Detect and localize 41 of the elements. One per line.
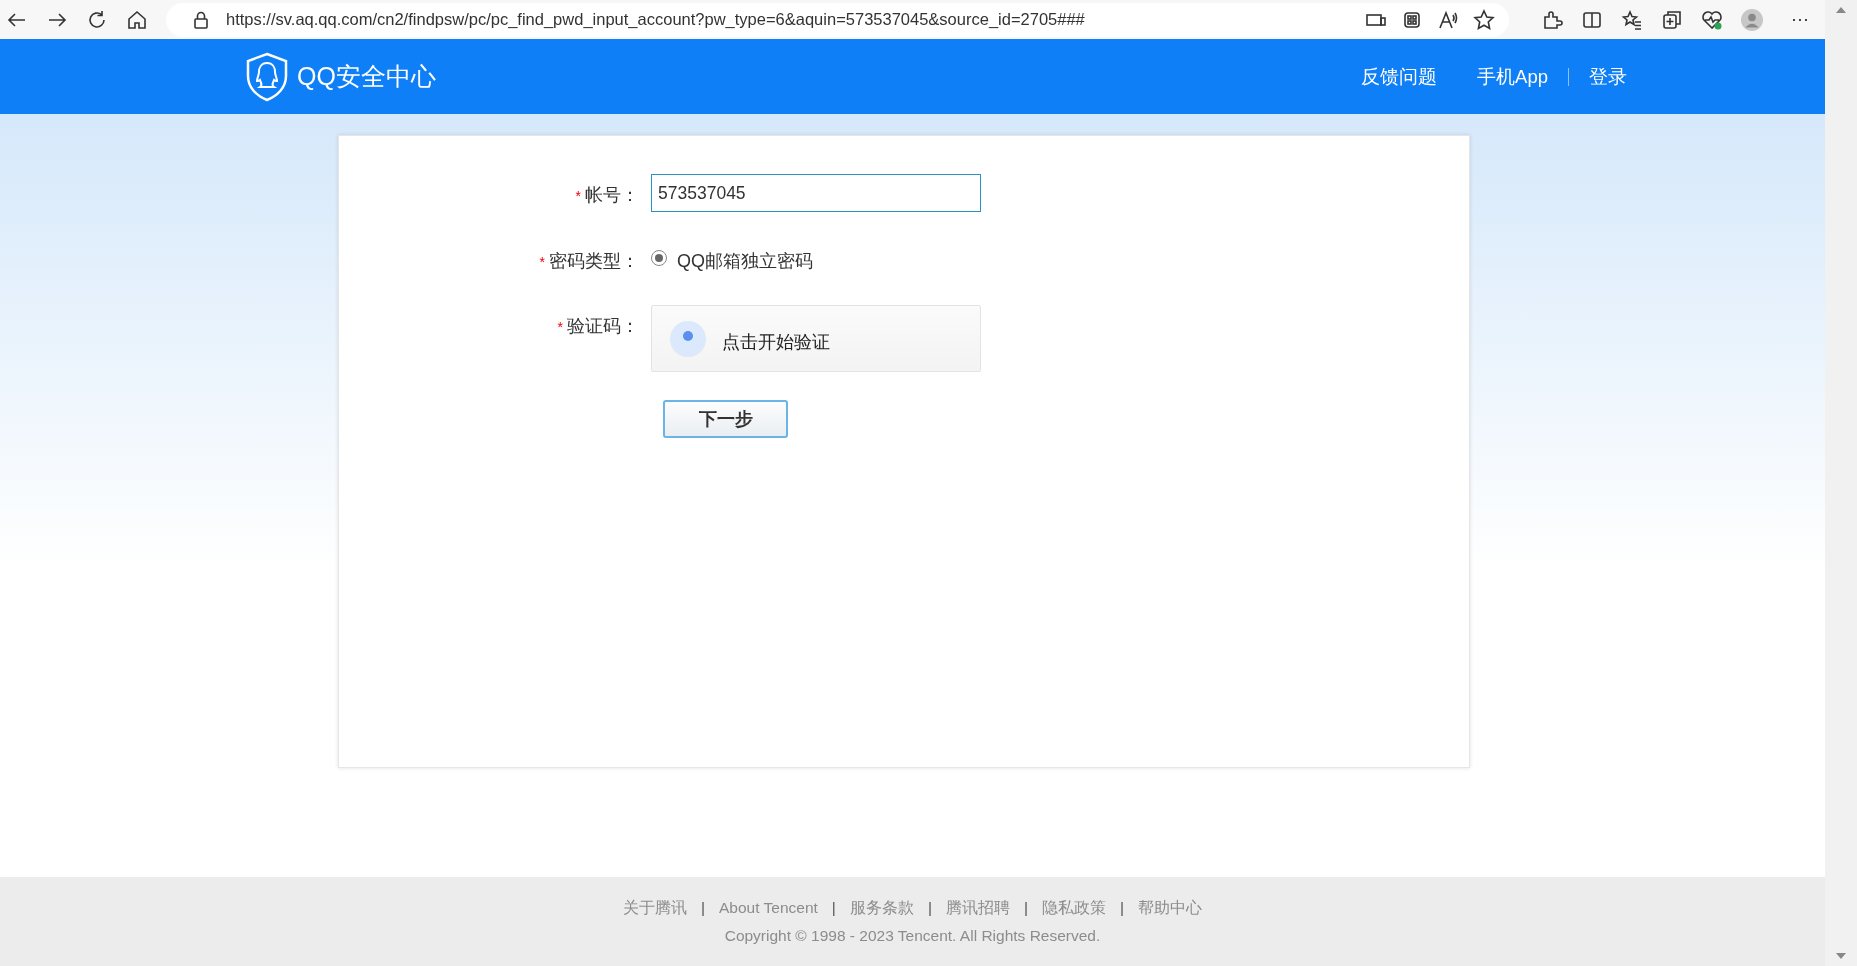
star-icon[interactable] xyxy=(1473,8,1495,31)
puzzle-icon[interactable] xyxy=(1541,8,1563,31)
footer-separator: | xyxy=(1119,899,1124,917)
scroll-down-icon[interactable] xyxy=(1835,952,1847,960)
nav-link[interactable]: 反馈问题 xyxy=(1361,62,1438,91)
scroll-up-icon[interactable] xyxy=(1835,6,1847,14)
field-label: 验证码： xyxy=(567,316,639,336)
shield-logo-icon xyxy=(245,51,289,102)
footer-link[interactable]: 服务条款 xyxy=(849,899,914,917)
footer-separator: | xyxy=(831,899,836,917)
scrollbar[interactable] xyxy=(1825,0,1857,966)
radio-label: QQ邮箱独立密码 xyxy=(677,250,813,273)
required-mark: * xyxy=(557,319,563,335)
captcha-verify-button[interactable]: 点击开始验证 xyxy=(651,305,981,372)
footer-link[interactable]: 帮助中心 xyxy=(1138,899,1202,917)
footer-separator: | xyxy=(927,899,932,917)
home-icon[interactable] xyxy=(126,8,148,31)
copyright-text: Copyright © 1998 - 2023 Tencent. All Rights Reserved. xyxy=(724,925,1101,946)
required-mark: * xyxy=(539,254,545,270)
footer-link[interactable]: 关于腾讯 xyxy=(623,899,687,917)
required-mark: * xyxy=(575,188,581,204)
verify-dot-icon xyxy=(670,320,706,357)
captcha-prompt: 点击开始验证 xyxy=(722,331,830,354)
more-button[interactable]: ··· xyxy=(1781,6,1819,33)
collections-icon[interactable] xyxy=(1661,8,1683,31)
footer-link[interactable]: 隐私政策 xyxy=(1041,899,1106,917)
favorites-icon[interactable] xyxy=(1621,8,1643,31)
nav-link[interactable]: 手机App xyxy=(1477,62,1548,91)
field-label: 密码类型： xyxy=(549,251,639,271)
profile-avatar-icon[interactable] xyxy=(1741,8,1763,31)
footer-link[interactable]: About Tencent xyxy=(719,899,818,917)
field-label: 帐号： xyxy=(585,185,639,205)
nav-link[interactable]: 登录 xyxy=(1589,62,1627,91)
health-icon[interactable] xyxy=(1701,8,1723,31)
footer-link[interactable]: 腾讯招聘 xyxy=(945,899,1010,917)
footer-separator: | xyxy=(1023,899,1028,917)
logo-text: QQ安全中心 xyxy=(297,60,436,92)
next-step-button[interactable]: 下一步 xyxy=(663,400,788,438)
footer-separator: | xyxy=(701,899,706,917)
account-input[interactable]: 573537045 xyxy=(651,174,981,212)
refresh-icon[interactable] xyxy=(86,8,108,31)
